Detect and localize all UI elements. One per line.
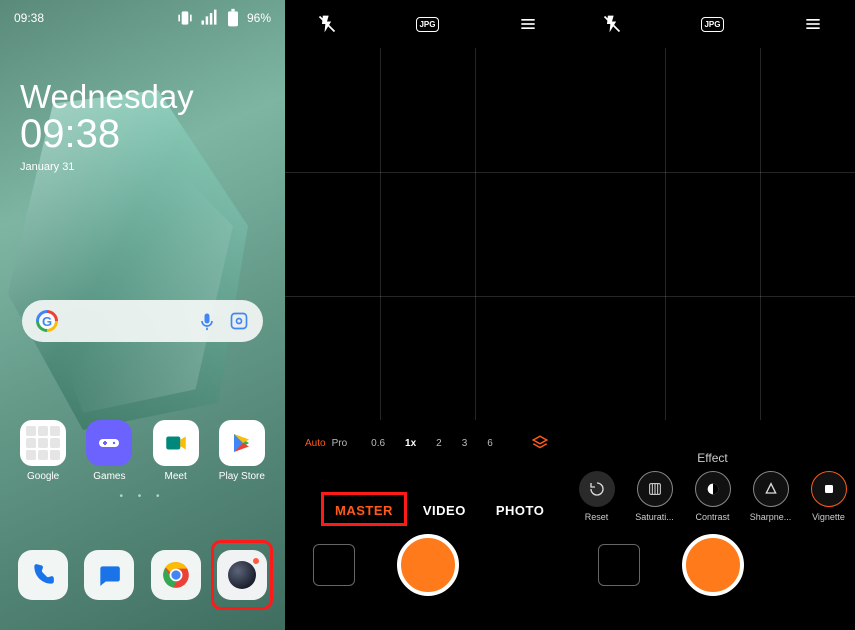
effect-heading: Effect: [570, 451, 855, 465]
vignette-icon: [811, 471, 847, 507]
effect-contrast[interactable]: Contrast: [689, 471, 737, 522]
google-logo-icon: [36, 310, 58, 332]
clock-day: Wednesday: [20, 78, 194, 116]
effect-saturation[interactable]: Saturati...: [631, 471, 679, 522]
clock-date: January 31: [20, 161, 194, 173]
effect-label: Sharpne...: [747, 512, 795, 522]
clock-widget[interactable]: Wednesday 09:38 January 31: [20, 78, 194, 173]
mode-video[interactable]: VIDEO: [423, 503, 466, 518]
dock-phone[interactable]: [18, 550, 68, 600]
shutter-bar: [285, 530, 570, 600]
dock-messages[interactable]: [84, 550, 134, 600]
app-label: Games: [93, 471, 125, 482]
contrast-icon: [695, 471, 731, 507]
effect-label: Contrast: [689, 512, 737, 522]
google-folder-icon: [20, 420, 66, 466]
format-badge[interactable]: JPG: [701, 17, 723, 32]
camera-top-bar: JPG: [285, 0, 570, 48]
games-icon: [86, 420, 132, 466]
zoom-6[interactable]: 6: [487, 438, 493, 449]
clock-time: 09:38: [20, 112, 194, 157]
zoom-2[interactable]: 2: [436, 438, 442, 449]
last-shot-thumbnail[interactable]: [313, 544, 355, 586]
battery-icon: [223, 8, 243, 28]
app-play-store[interactable]: Play Store: [214, 420, 270, 482]
zoom-bar[interactable]: Auto Pro 0.6 1x 2 3 6: [285, 430, 570, 456]
mode-auto[interactable]: Auto: [305, 438, 326, 449]
effect-sharpness[interactable]: Sharpne...: [747, 471, 795, 522]
viewfinder-grid: [285, 48, 570, 420]
saturation-icon: [637, 471, 673, 507]
meet-icon: [153, 420, 199, 466]
app-games[interactable]: Games: [81, 420, 137, 482]
vibrate-icon: [175, 8, 195, 28]
dock-chrome[interactable]: [151, 550, 201, 600]
app-meet[interactable]: Meet: [148, 420, 204, 482]
effect-reset[interactable]: Reset: [573, 471, 621, 522]
effect-label: Reset: [573, 512, 621, 522]
layers-icon[interactable]: [530, 433, 550, 453]
menu-icon[interactable]: [803, 14, 823, 34]
shutter-button[interactable]: [397, 534, 459, 596]
effect-row[interactable]: Reset Saturati... Contrast Sharpne... Vi…: [570, 471, 855, 522]
app-google-folder[interactable]: Google: [15, 420, 71, 482]
reset-icon: [579, 471, 615, 507]
mic-icon[interactable]: [197, 311, 217, 331]
app-label: Play Store: [219, 471, 265, 482]
mode-pro[interactable]: Pro: [332, 438, 348, 449]
google-search-bar[interactable]: [22, 300, 263, 342]
page-indicator: • • •: [0, 491, 285, 502]
play-store-icon: [219, 420, 265, 466]
camera-top-bar: JPG: [570, 0, 855, 48]
shutter-bar: [570, 530, 855, 600]
format-badge[interactable]: JPG: [416, 17, 438, 32]
status-bar: 09:38 96%: [0, 0, 285, 36]
app-row: Google Games Meet Play Store: [0, 420, 285, 482]
last-shot-thumbnail[interactable]: [598, 544, 640, 586]
status-battery-pct: 96%: [247, 11, 271, 25]
zoom-3[interactable]: 3: [462, 438, 468, 449]
sharpness-icon: [753, 471, 789, 507]
lens-icon[interactable]: [229, 311, 249, 331]
flash-off-icon[interactable]: [602, 14, 622, 34]
highlight-master-mode: [321, 492, 407, 526]
flash-off-icon[interactable]: [317, 14, 337, 34]
status-right: 96%: [175, 8, 271, 28]
menu-icon[interactable]: [518, 14, 538, 34]
mode-photo[interactable]: PHOTO: [496, 503, 545, 518]
zoom-1x[interactable]: 1x: [405, 438, 416, 449]
camera-screen-effects: JPG Effect Reset Saturati... Contrast Sh…: [570, 0, 855, 630]
viewfinder-grid: [570, 48, 855, 420]
shutter-button[interactable]: [682, 534, 744, 596]
effect-label: Vignette: [805, 512, 853, 522]
app-label: Meet: [165, 471, 187, 482]
signal-icon: [199, 8, 219, 28]
zoom-0_6[interactable]: 0.6: [371, 438, 385, 449]
camera-screen-modes: JPG Auto Pro 0.6 1x 2 3 6 MASTER VIDEO P…: [285, 0, 570, 630]
effect-label: Saturati...: [631, 512, 679, 522]
highlight-camera-app: [211, 540, 273, 610]
home-screen: 09:38 96% Wednesday 09:38 January 31 Goo…: [0, 0, 285, 630]
status-time: 09:38: [14, 11, 44, 25]
effect-vignette[interactable]: Vignette: [805, 471, 853, 522]
app-label: Google: [27, 471, 59, 482]
